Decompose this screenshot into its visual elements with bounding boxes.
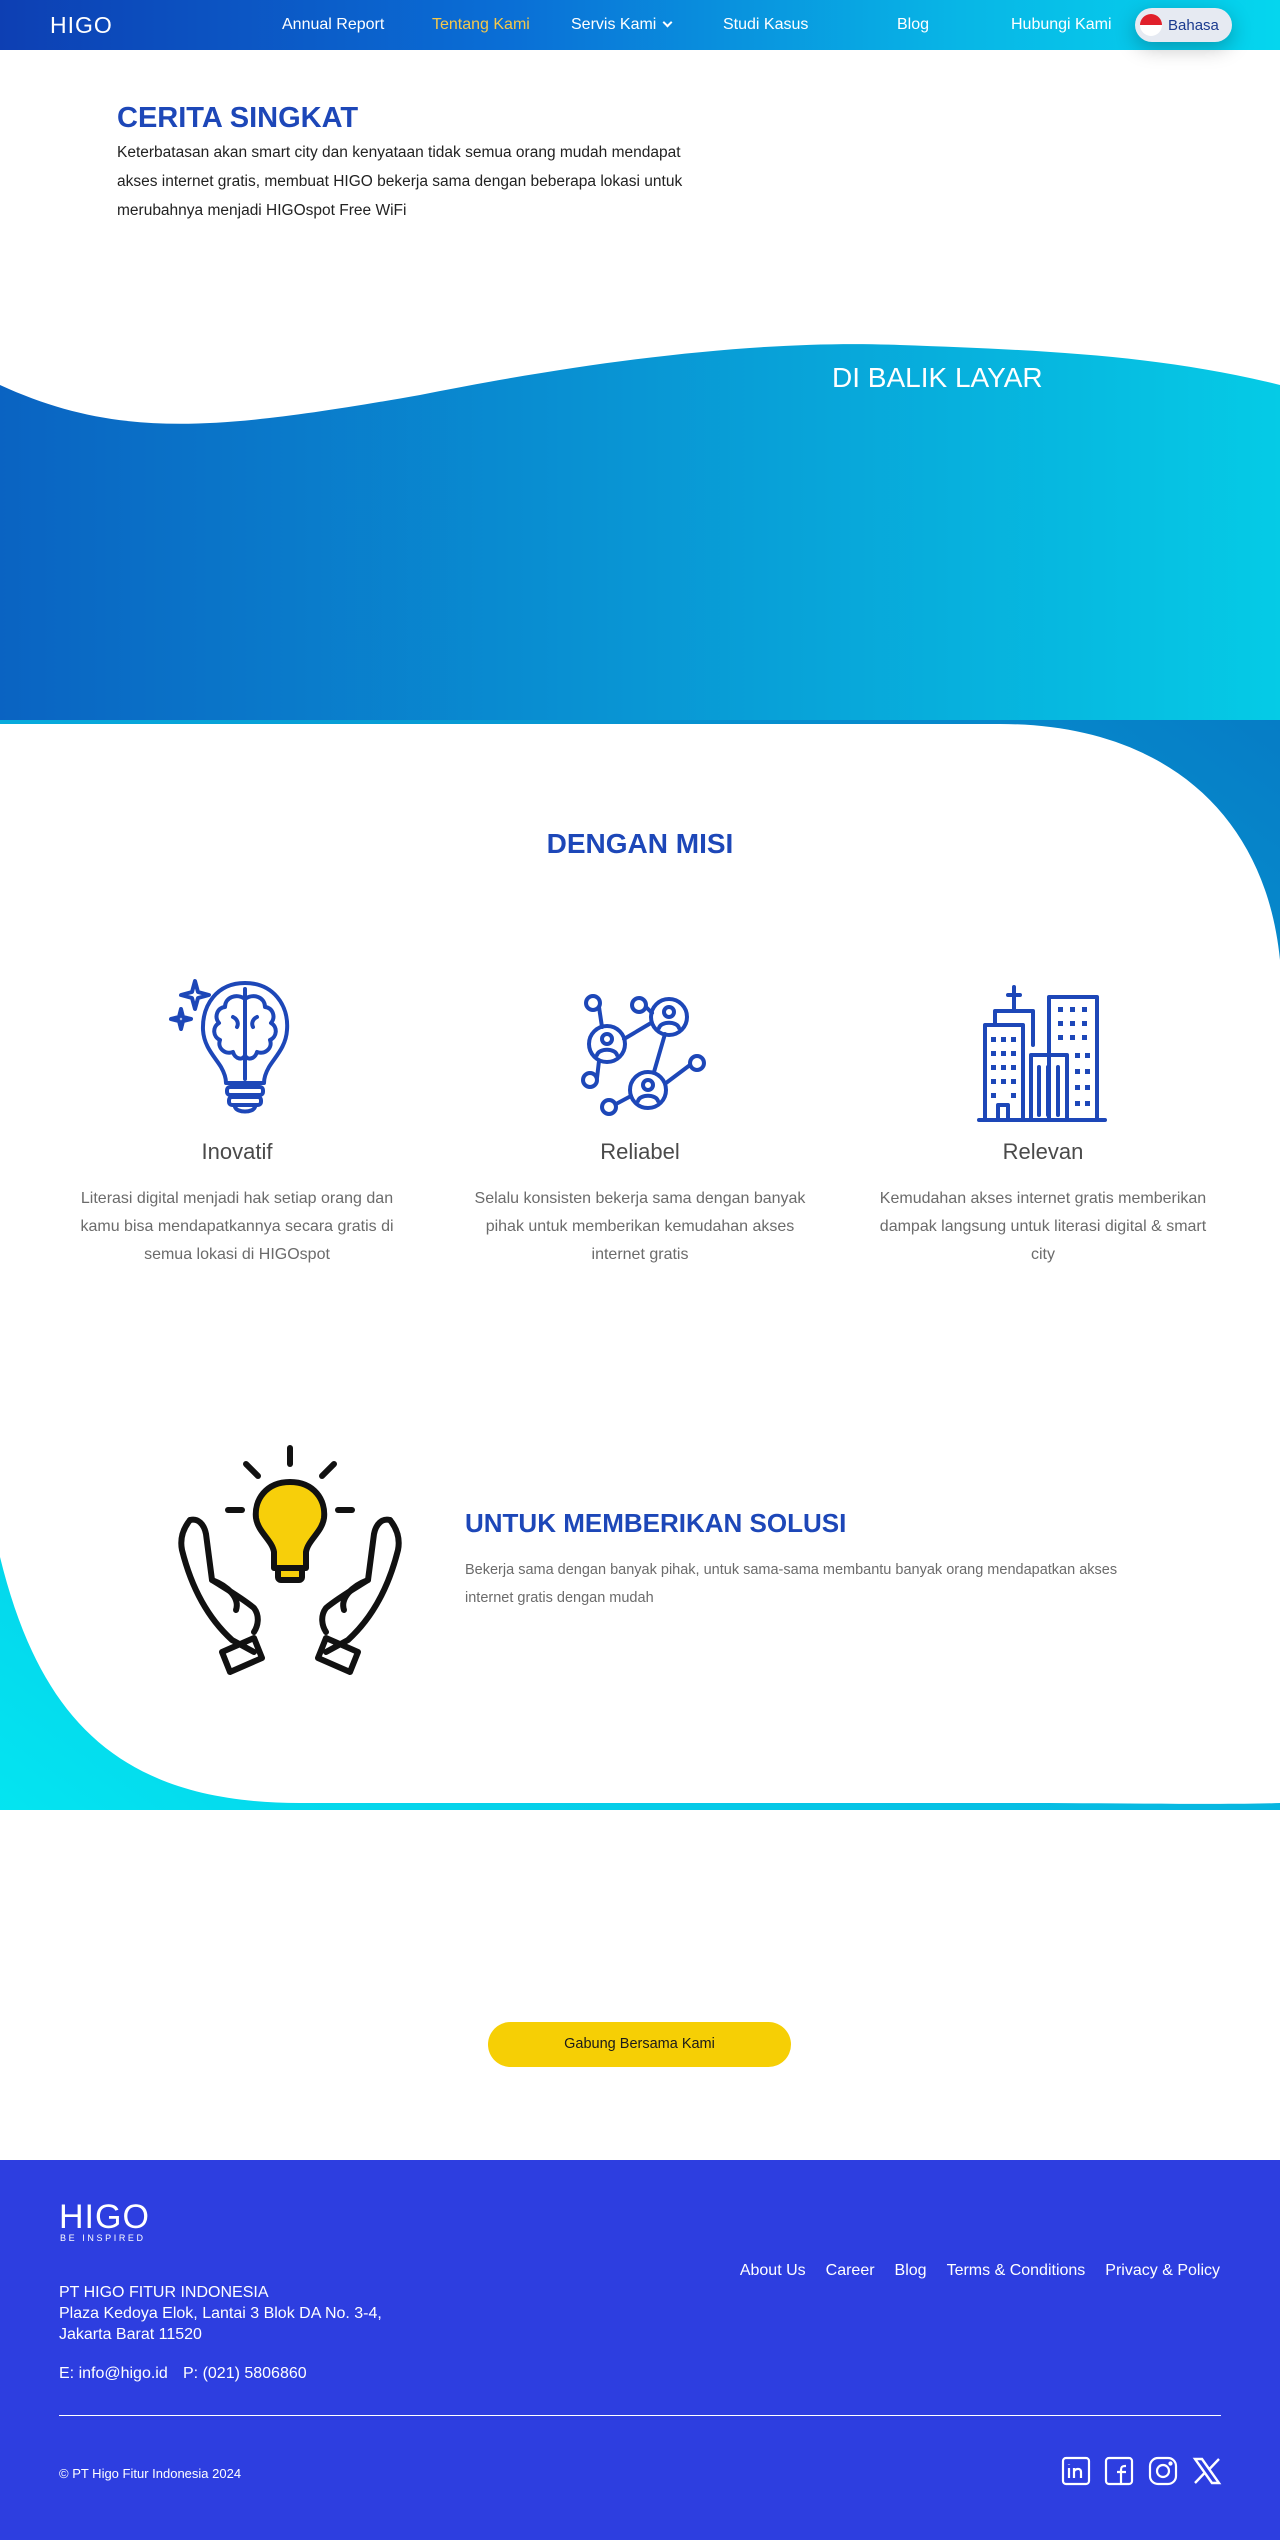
hands-lightbulb-icon <box>170 1440 410 1680</box>
nav-servis-kami[interactable]: Servis Kami <box>571 16 673 34</box>
footer-email[interactable]: E: info@higo.id <box>59 2365 168 2383</box>
footer-links: About Us Career Blog Terms & Conditions … <box>740 2262 1220 2280</box>
footer: HIGO BE INSPIRED PT HIGO FITUR INDONESIA… <box>0 2160 1280 2540</box>
solution-text: Bekerja sama dengan banyak pihak, untuk … <box>465 1562 1118 1606</box>
cta-title: Ambil Bagianmu <box>541 1883 739 1911</box>
footer-link-terms[interactable]: Terms & Conditions <box>947 2262 1086 2280</box>
network-people-icon <box>570 975 710 1125</box>
footer-link-career[interactable]: Career <box>826 2262 875 2280</box>
nav-tentang-kami[interactable]: Tentang Kami <box>432 16 530 34</box>
behind-the-scenes-title: DI BALIK LAYAR <box>832 362 1043 393</box>
footer-link-privacy[interactable]: Privacy & Policy <box>1105 2262 1220 2280</box>
footer-link-blog[interactable]: Blog <box>895 2262 927 2280</box>
indonesia-flag-icon <box>1140 14 1162 36</box>
linkedin-icon[interactable] <box>1061 2456 1091 2486</box>
x-twitter-icon[interactable] <box>1192 2456 1222 2486</box>
footer-link-about[interactable]: About Us <box>740 2262 806 2280</box>
mission-title: DENGAN MISI <box>546 828 734 859</box>
pillar-text: Kemudahan akses internet gratis memberik… <box>879 1190 1207 1263</box>
pillar-title: Reliabel <box>600 1139 680 1164</box>
city-buildings-icon <box>973 975 1113 1125</box>
footer-address: PT HIGO FITUR INDONESIA Plaza Kedoya Elo… <box>59 2282 382 2345</box>
pillar-relevan: Relevan Kemudahan akses internet gratis … <box>873 975 1213 1269</box>
nav-studi-kasus[interactable]: Studi Kasus <box>723 16 808 34</box>
language-label: Bahasa <box>1168 17 1219 34</box>
higo-logo[interactable]: HIGO <box>50 12 113 39</box>
footer-logo[interactable]: HIGO <box>59 2200 150 2234</box>
nav-servis-kami-label: Servis Kami <box>571 16 657 33</box>
pillar-inovatif: Inovatif Literasi digital menjadi hak se… <box>67 975 407 1269</box>
address-line-1: Plaza Kedoya Elok, Lantai 3 Blok DA No. … <box>59 2305 382 2322</box>
nav-hubungi-kami[interactable]: Hubungi Kami <box>1011 16 1112 34</box>
footer-divider <box>59 2415 1221 2416</box>
join-us-button[interactable]: Gabung Bersama Kami <box>488 2022 791 2067</box>
solution-title: UNTUK MEMBERIKAN SOLUSI <box>465 1508 847 1538</box>
chevron-down-icon <box>662 17 673 28</box>
pillar-title: Inovatif <box>201 1139 273 1164</box>
story-title: CERITA SINGKAT <box>117 102 359 134</box>
top-navbar: HIGO Annual Report Tentang Kami Servis K… <box>0 0 1280 50</box>
nav-annual-report[interactable]: Annual Report <box>282 16 384 34</box>
company-name: PT HIGO FITUR INDONESIA <box>59 2284 269 2301</box>
pillar-reliabel: Reliabel Selalu konsisten bekerja sama d… <box>470 975 810 1269</box>
address-line-2: Jakarta Barat 11520 <box>59 2326 202 2343</box>
cta-text: Untuk ikut serta berkontribusi memberika… <box>358 1950 922 1966</box>
brain-bulb-icon <box>167 975 307 1125</box>
instagram-icon[interactable] <box>1148 2456 1178 2486</box>
footer-tagline: BE INSPIRED <box>60 2233 146 2243</box>
language-button[interactable]: Bahasa <box>1135 8 1232 42</box>
facebook-icon[interactable] <box>1104 2456 1134 2486</box>
story-text: Keterbatasan akan smart city dan kenyata… <box>117 144 683 219</box>
pillar-text: Literasi digital menjadi hak setiap oran… <box>80 1190 394 1263</box>
pillar-text: Selalu konsisten bekerja sama dengan ban… <box>474 1190 806 1263</box>
pillar-title: Relevan <box>1002 1139 1084 1164</box>
footer-phone[interactable]: P: (021) 5806860 <box>183 2365 307 2383</box>
nav-blog[interactable]: Blog <box>897 16 929 34</box>
copyright: © PT Higo Fitur Indonesia 2024 <box>59 2466 242 2481</box>
